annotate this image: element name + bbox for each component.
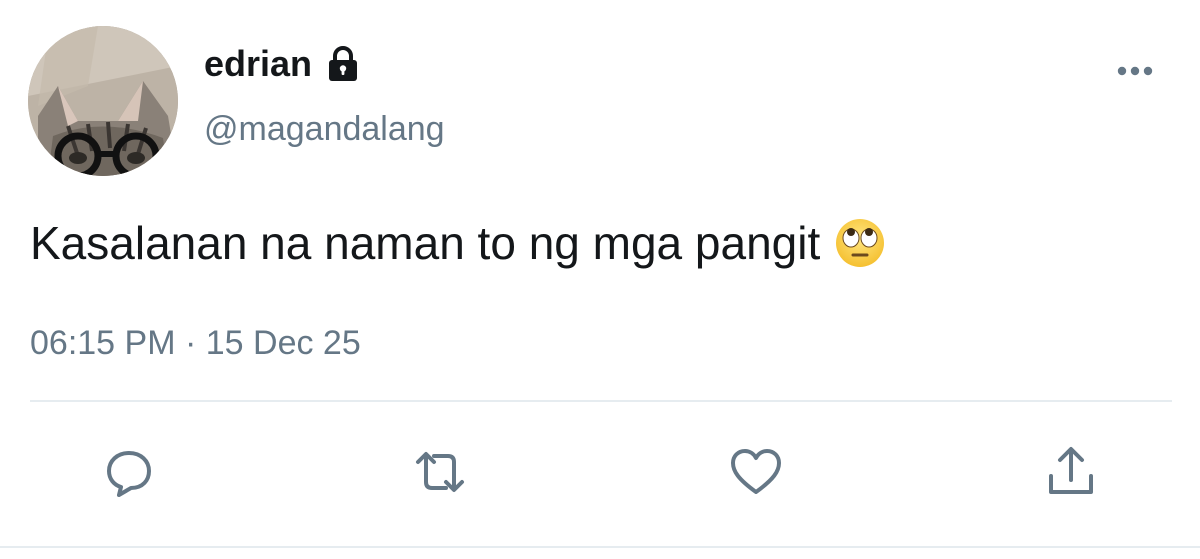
avatar[interactable]: [28, 26, 178, 176]
display-name[interactable]: edrian: [204, 40, 312, 88]
more-button[interactable]: [1112, 58, 1158, 84]
avatar-cat-image: [28, 26, 178, 176]
more-icon: [1117, 66, 1153, 76]
share-icon: [1049, 447, 1093, 494]
retweet-icon: [416, 452, 464, 492]
reply-button[interactable]: [101, 444, 157, 500]
tweet-text: Kasalanan na naman to ng mga pangit: [30, 217, 821, 269]
divider: [30, 400, 1172, 402]
tweet-text-row: Kasalanan na naman to ng mga pangit: [30, 212, 886, 274]
tweet-card: edrian @magandalang Kasalanan na naman t…: [0, 0, 1200, 559]
display-name-row[interactable]: edrian: [204, 40, 362, 88]
share-button[interactable]: [1043, 444, 1099, 500]
heart-icon: [731, 449, 781, 494]
lock-icon: [324, 45, 362, 83]
user-handle[interactable]: @magandalang: [204, 106, 445, 152]
bottom-divider: [0, 546, 1200, 548]
retweet-button[interactable]: [412, 444, 468, 500]
like-button[interactable]: [728, 444, 784, 500]
tweet-timestamp[interactable]: 06:15 PM · 15 Dec 25: [30, 320, 361, 366]
reply-icon: [107, 451, 151, 497]
rolling-eyes-emoji-icon: [834, 217, 886, 269]
